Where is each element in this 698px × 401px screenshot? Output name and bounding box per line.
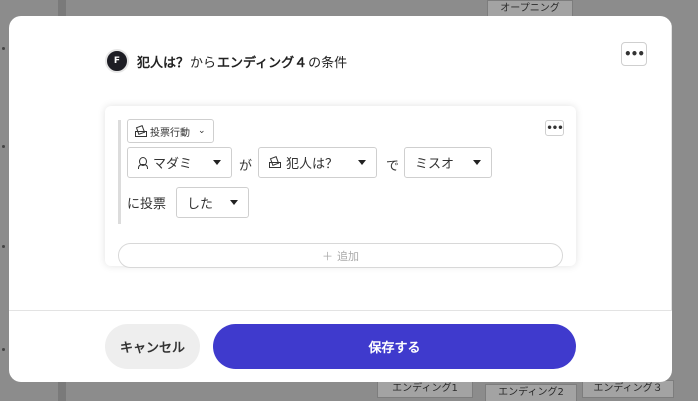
condition-menu-button[interactable]: ••• xyxy=(545,120,564,136)
background-connector xyxy=(2,245,5,248)
particle-vote: に投票 xyxy=(127,197,167,212)
modal-header: F 犯人は？ から エンディング４ の条件 xyxy=(105,49,347,73)
condition-type-label: 投票行動 xyxy=(150,127,190,139)
avatar: F xyxy=(105,49,129,73)
save-button[interactable]: 保存する xyxy=(213,324,576,369)
condition-card: 投票行動 ⌄ ••• マダミ が 犯人は？ で ミスオ に投票 した ＋ 追加 xyxy=(105,106,576,268)
title-suffix: の条件 xyxy=(308,55,348,71)
caret-down-icon xyxy=(358,160,366,165)
background-connector xyxy=(2,348,5,351)
condition-type-select[interactable]: 投票行動 ⌄ xyxy=(127,119,214,143)
background-connector xyxy=(2,47,5,50)
footer-divider xyxy=(9,310,672,311)
title-source-scene: 犯人は？ xyxy=(137,55,190,71)
ellipsis-icon: ••• xyxy=(546,122,563,134)
title-target-scene: エンディング４ xyxy=(217,55,308,71)
modal-scrollbar[interactable] xyxy=(671,16,672,310)
plus-icon: ＋ xyxy=(322,249,333,263)
action-value: した xyxy=(187,197,214,212)
voter-select[interactable]: マダミ xyxy=(127,147,232,178)
particle-de: で xyxy=(386,159,400,174)
caret-down-icon xyxy=(213,160,221,165)
node-ending2: エンディング2 xyxy=(485,384,577,401)
vote-target-select[interactable]: ミスオ xyxy=(404,147,492,178)
caret-down-icon xyxy=(230,200,238,205)
person-icon xyxy=(138,156,148,169)
cancel-button[interactable]: キャンセル xyxy=(105,324,200,369)
header-menu-button[interactable]: ••• xyxy=(621,42,647,66)
action-select[interactable]: した xyxy=(176,187,249,218)
ballot-icon xyxy=(135,126,147,137)
particle-ga: が xyxy=(239,159,253,174)
question-select[interactable]: 犯人は？ xyxy=(258,147,377,178)
ellipsis-icon: ••• xyxy=(623,47,645,61)
add-condition-label: 追加 xyxy=(337,249,359,263)
condition-indent-bar xyxy=(118,120,121,224)
vote-target-value: ミスオ xyxy=(415,157,455,172)
voter-value: マダミ xyxy=(153,157,193,172)
chevron-down-icon: ⌄ xyxy=(198,126,206,136)
ballot-icon xyxy=(269,157,281,168)
node-ending1: エンディング1 xyxy=(377,380,473,398)
background-connector xyxy=(2,145,5,148)
title-connector: から xyxy=(190,55,217,71)
modal-title: 犯人は？ から エンディング４ の条件 xyxy=(137,52,347,71)
question-value: 犯人は？ xyxy=(286,157,339,172)
add-condition-button[interactable]: ＋ 追加 xyxy=(118,243,563,268)
condition-modal: F 犯人は？ から エンディング４ の条件 ••• 投票行動 ⌄ ••• マダミ… xyxy=(9,16,672,382)
caret-down-icon xyxy=(473,160,481,165)
node-ending3: エンディング３ xyxy=(582,380,674,398)
